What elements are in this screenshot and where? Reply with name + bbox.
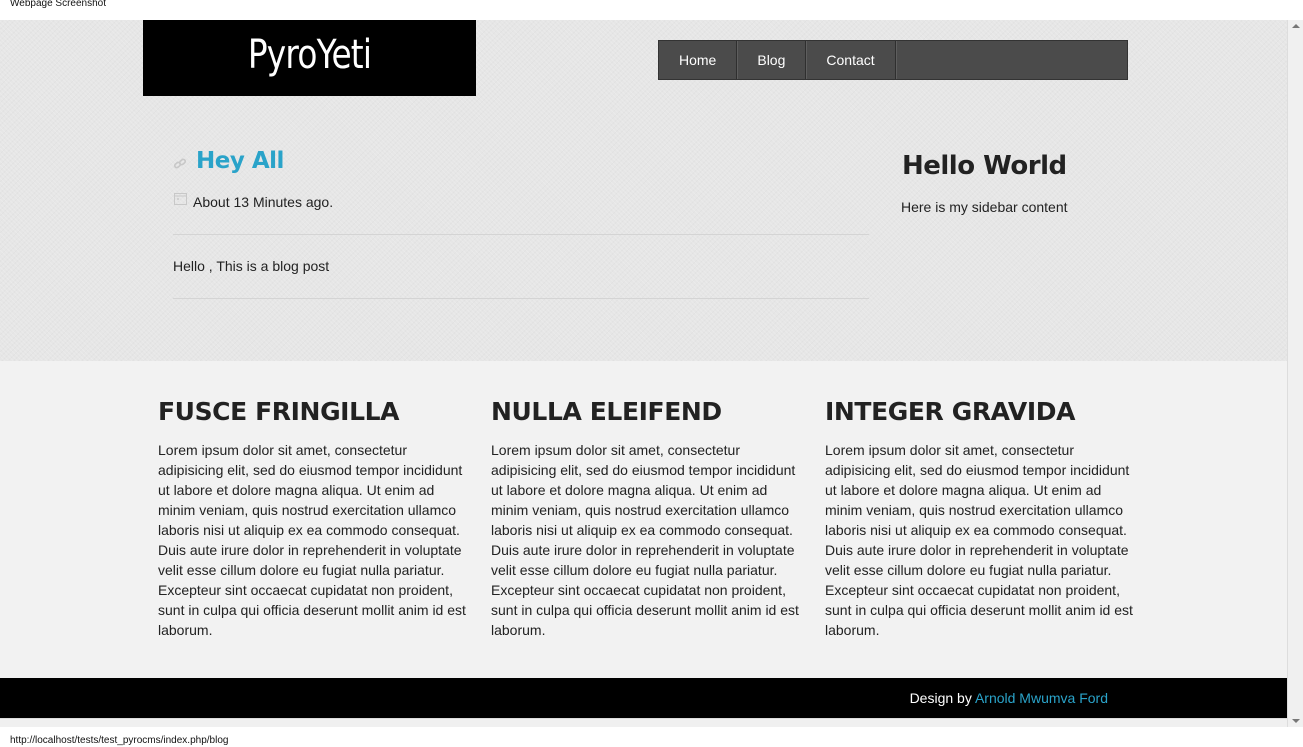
status-url: http://localhost/tests/test_pyrocms/inde… (10, 735, 229, 746)
calendar-icon (174, 193, 187, 205)
feature-text: Lorem ipsum dolor sit amet, consectetur … (491, 442, 799, 638)
window-title-bar: Webpage Screenshot (0, 0, 1303, 20)
feature-columns: FUSCE FRINGILLA Lorem ipsum dolor sit am… (0, 361, 1287, 678)
sidebar-title: Hello World (902, 151, 1067, 181)
status-bar: http://localhost/tests/test_pyrocms/inde… (0, 727, 1303, 747)
feature-heading: NULLA ELEIFEND (491, 397, 722, 426)
main-content-area: PyroYeti Home Blog Contact Hey All About… (0, 20, 1287, 361)
post-title-link[interactable]: Hey All (196, 148, 284, 174)
link-icon (173, 158, 187, 169)
nav-item-contact[interactable]: Contact (806, 41, 896, 79)
nav-item-home[interactable]: Home (659, 41, 738, 79)
feature-heading: INTEGER GRAVIDA (825, 397, 1076, 426)
post-divider-top (173, 234, 869, 235)
nav-item-blog[interactable]: Blog (737, 41, 807, 79)
footer-prefix: Design by (909, 690, 972, 706)
feature-text: Lorem ipsum dolor sit amet, consectetur … (158, 442, 466, 638)
site-logo-text: PyroYeti (247, 32, 372, 78)
feature-heading: FUSCE FRINGILLA (158, 397, 400, 426)
post-body: Hello , This is a blog post (173, 258, 330, 274)
site-logo[interactable]: PyroYeti (143, 20, 476, 96)
feature-column: NULLA ELEIFEND Lorem ipsum dolor sit ame… (491, 394, 801, 640)
vertical-scrollbar[interactable] (1287, 20, 1303, 727)
window-title: Webpage Screenshot (10, 0, 106, 9)
feature-column: INTEGER GRAVIDA Lorem ipsum dolor sit am… (825, 394, 1135, 640)
scroll-up-arrow-icon[interactable] (1292, 24, 1300, 28)
post-date: About 13 Minutes ago. (193, 194, 334, 210)
footer-credit: Design by Arnold Mwumva Ford (910, 690, 1108, 706)
site-footer: Design by Arnold Mwumva Ford (0, 678, 1287, 718)
page-viewport: PyroYeti Home Blog Contact Hey All About… (0, 20, 1287, 718)
main-nav: Home Blog Contact (658, 40, 1128, 80)
feature-column: FUSCE FRINGILLA Lorem ipsum dolor sit am… (158, 394, 468, 640)
feature-text: Lorem ipsum dolor sit amet, consectetur … (825, 442, 1133, 638)
scroll-down-arrow-icon[interactable] (1292, 719, 1300, 723)
post-divider-bottom (173, 298, 869, 299)
horizontal-scrollbar[interactable] (0, 718, 1287, 727)
sidebar-text: Here is my sidebar content (901, 199, 1068, 215)
footer-author-link[interactable]: Arnold Mwumva Ford (975, 690, 1108, 706)
